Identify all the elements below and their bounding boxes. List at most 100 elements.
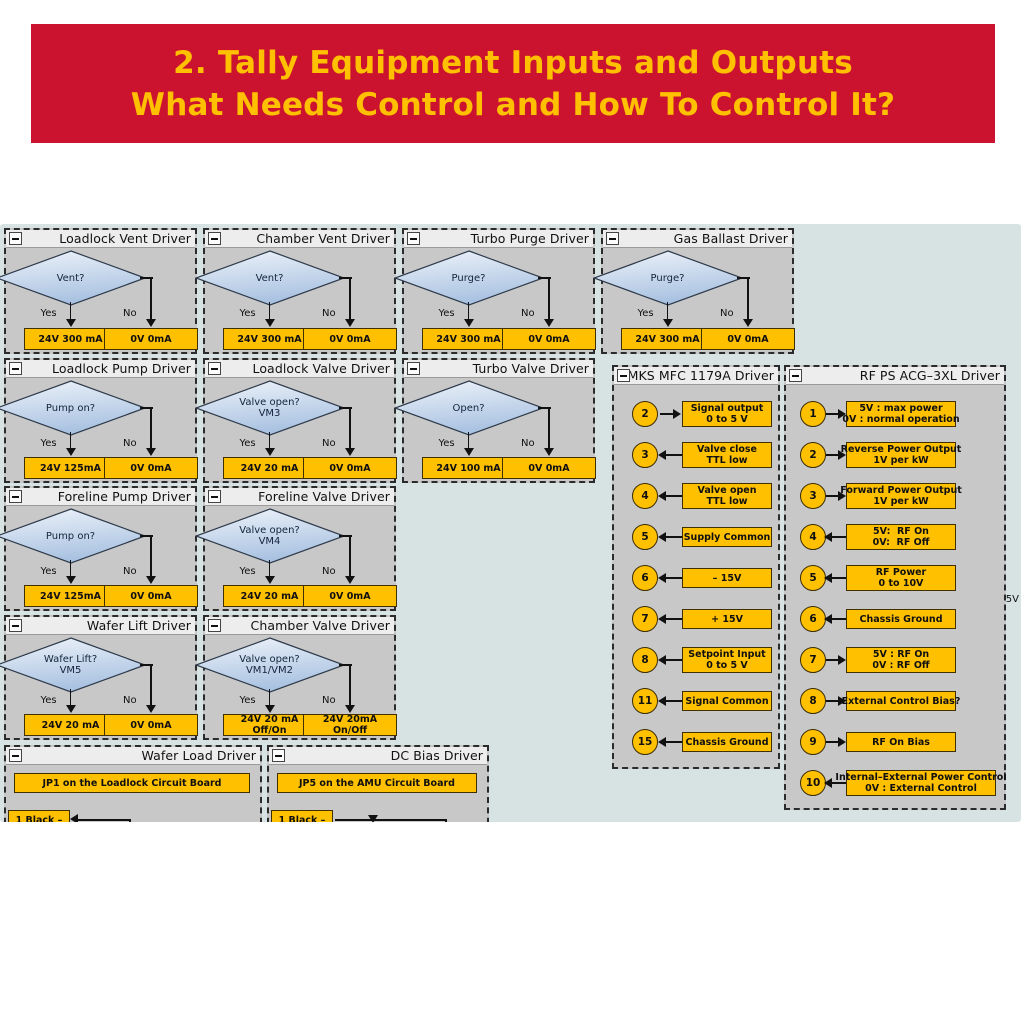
- collapse-minus-icon[interactable]: [9, 232, 22, 245]
- pin-circle[interactable]: 3: [632, 442, 658, 468]
- connector-driver-panel[interactable]: Wafer Load Driver JP1 on the Loadlock Cir…: [4, 745, 262, 822]
- rf-ps-driver-panel[interactable]: RF PS ACG–3XL Driver 1 5V : max power 0V :…: [784, 365, 1007, 810]
- flow-driver-panel[interactable]: Loadlock Valve Driver Valve open? VM3 Yes N…: [194, 358, 397, 483]
- pin-label-box[interactable]: Supply Common: [682, 527, 772, 547]
- connector-pin-box[interactable]: 1 Black –: [271, 810, 333, 822]
- pin-circle[interactable]: 11: [632, 688, 658, 714]
- collapse-minus-icon[interactable]: [208, 490, 221, 503]
- mks-mfc-driver-panel[interactable]: MKS MFC 1179A Driver 2 Signal output 0 to …: [612, 365, 780, 769]
- no-result-box[interactable]: 0V 0mA: [104, 714, 198, 736]
- panel-header[interactable]: MKS MFC 1179A Driver: [614, 367, 778, 385]
- pin-circle[interactable]: 15: [632, 729, 658, 755]
- connector-driver-panel[interactable]: DC Bias Driver JP5 on the AMU Circuit Boa…: [267, 745, 489, 822]
- no-result-box[interactable]: 0V 0mA: [502, 328, 596, 350]
- collapse-minus-icon[interactable]: [9, 490, 22, 503]
- flow-driver-panel[interactable]: Foreline Valve Driver Valve open? VM4 Yes N…: [194, 486, 397, 611]
- collapse-minus-icon[interactable]: [789, 369, 802, 382]
- pin-label-box[interactable]: Forward Power Output 1V per kW: [840, 483, 962, 509]
- flow-driver-panel[interactable]: Gas Ballast Driver Purge? Yes No 24V 300 mA 0…: [592, 228, 795, 354]
- pin-circle[interactable]: 3: [800, 483, 826, 509]
- pin-circle[interactable]: 6: [800, 606, 826, 632]
- pin-label-box[interactable]: Chassis Ground: [846, 609, 956, 629]
- decision-diamond[interactable]: Pump on?: [0, 380, 146, 436]
- panel-header[interactable]: Chamber Vent Driver: [205, 230, 394, 248]
- panel-header[interactable]: Foreline Valve Driver: [205, 488, 394, 506]
- no-result-box[interactable]: 0V 0mA: [502, 457, 596, 479]
- pin-circle[interactable]: 7: [632, 606, 658, 632]
- pin-circle[interactable]: 9: [800, 729, 826, 755]
- decision-diamond[interactable]: Valve open? VM1/VM2: [194, 637, 345, 693]
- collapse-minus-icon[interactable]: [9, 619, 22, 632]
- connector-header-box[interactable]: JP5 on the AMU Circuit Board: [277, 773, 477, 793]
- pin-label-box[interactable]: External Control Bias?: [842, 691, 960, 711]
- decision-diamond[interactable]: Valve open? VM4: [194, 508, 345, 564]
- panel-header[interactable]: Turbo Valve Driver: [404, 360, 593, 378]
- pin-circle[interactable]: 5: [632, 524, 658, 550]
- collapse-minus-icon[interactable]: [272, 749, 285, 762]
- connector-header-box[interactable]: JP1 on the Loadlock Circuit Board: [14, 773, 250, 793]
- collapse-minus-icon[interactable]: [208, 362, 221, 375]
- no-result-box[interactable]: 0V 0mA: [303, 457, 397, 479]
- no-result-box[interactable]: 0V 0mA: [104, 585, 198, 607]
- collapse-minus-icon[interactable]: [9, 362, 22, 375]
- collapse-minus-icon[interactable]: [617, 369, 630, 382]
- panel-header[interactable]: Foreline Pump Driver: [6, 488, 195, 506]
- pin-label-box[interactable]: Signal output 0 to 5 V: [682, 401, 772, 427]
- pin-circle[interactable]: 2: [632, 401, 658, 427]
- no-result-box[interactable]: 0V 0mA: [104, 457, 198, 479]
- pin-circle[interactable]: 8: [800, 688, 826, 714]
- pin-circle[interactable]: 2: [800, 442, 826, 468]
- flow-driver-panel[interactable]: Foreline Pump Driver Pump on? Yes No 24V 125…: [0, 486, 198, 611]
- pin-circle[interactable]: 1: [800, 401, 826, 427]
- collapse-minus-icon[interactable]: [208, 232, 221, 245]
- decision-diamond[interactable]: Valve open? VM3: [194, 380, 345, 436]
- decision-diamond[interactable]: Vent?: [194, 250, 345, 306]
- no-result-box[interactable]: 0V 0mA: [104, 328, 198, 350]
- pin-label-box[interactable]: 5V : RF On 0V : RF Off: [846, 647, 956, 673]
- panel-header[interactable]: Gas Ballast Driver: [603, 230, 792, 248]
- no-result-box[interactable]: 0V 0mA: [303, 328, 397, 350]
- decision-diamond[interactable]: Purge?: [393, 250, 544, 306]
- flow-driver-panel[interactable]: Loadlock Pump Driver Pump on? Yes No 24V 125…: [0, 358, 198, 483]
- decision-diamond[interactable]: Pump on?: [0, 508, 146, 564]
- pin-circle[interactable]: 5: [800, 565, 826, 591]
- pin-label-box[interactable]: + 15V: [682, 609, 772, 629]
- pin-label-box[interactable]: – 15V: [682, 568, 772, 588]
- no-result-box[interactable]: 0V 0mA: [303, 585, 397, 607]
- pin-label-box[interactable]: Valve close TTL low: [682, 442, 772, 468]
- panel-header[interactable]: Loadlock Valve Driver: [205, 360, 394, 378]
- no-result-box[interactable]: 0V 0mA: [701, 328, 795, 350]
- pin-label-box[interactable]: Internal–External Power Control 0V : Ext…: [835, 770, 1007, 796]
- pin-circle[interactable]: 4: [632, 483, 658, 509]
- connector-pin-box[interactable]: 1 Black –: [8, 810, 70, 822]
- panel-header[interactable]: Chamber Valve Driver: [205, 617, 394, 635]
- pin-circle[interactable]: 4: [800, 524, 826, 550]
- panel-header[interactable]: Loadlock Pump Driver: [6, 360, 195, 378]
- collapse-minus-icon[interactable]: [407, 232, 420, 245]
- pin-label-box[interactable]: 5V : max power 0V : normal operation: [842, 401, 960, 427]
- decision-diamond[interactable]: Vent?: [0, 250, 146, 306]
- collapse-minus-icon[interactable]: [407, 362, 420, 375]
- decision-diamond[interactable]: Purge?: [592, 250, 743, 306]
- pin-label-box[interactable]: Reverse Power Output 1V per kW: [841, 442, 961, 468]
- no-result-box[interactable]: 24V 20mA On/Off: [303, 714, 397, 736]
- panel-header[interactable]: RF PS ACG–3XL Driver: [786, 367, 1004, 385]
- pin-label-box[interactable]: Valve open TTL low: [682, 483, 772, 509]
- collapse-minus-icon[interactable]: [9, 749, 22, 762]
- flow-driver-panel[interactable]: Turbo Purge Driver Purge? Yes No 24V 300 mA 0…: [393, 228, 596, 354]
- pin-circle[interactable]: 8: [632, 647, 658, 673]
- pin-label-box[interactable]: Chassis Ground: [682, 732, 772, 752]
- panel-header[interactable]: Loadlock Vent Driver: [6, 230, 195, 248]
- flow-driver-panel[interactable]: Turbo Valve Driver Open? Yes No 24V 100 mA 0V…: [393, 358, 596, 483]
- pin-circle[interactable]: 10: [800, 770, 826, 796]
- collapse-minus-icon[interactable]: [606, 232, 619, 245]
- panel-header[interactable]: Wafer Lift Driver: [6, 617, 195, 635]
- panel-header[interactable]: Turbo Purge Driver: [404, 230, 593, 248]
- pin-label-box[interactable]: RF Power 0 to 10V: [846, 565, 956, 591]
- pin-label-box[interactable]: RF On Bias: [846, 732, 956, 752]
- pin-label-box[interactable]: 5V: RF On 0V: RF Off: [846, 524, 956, 550]
- collapse-minus-icon[interactable]: [208, 619, 221, 632]
- decision-diamond[interactable]: Wafer Lift? VM5: [0, 637, 146, 693]
- flow-driver-panel[interactable]: Chamber Valve Driver Valve open? VM1/VM2 Y…: [194, 615, 397, 740]
- pin-label-box[interactable]: Signal Common: [682, 691, 772, 711]
